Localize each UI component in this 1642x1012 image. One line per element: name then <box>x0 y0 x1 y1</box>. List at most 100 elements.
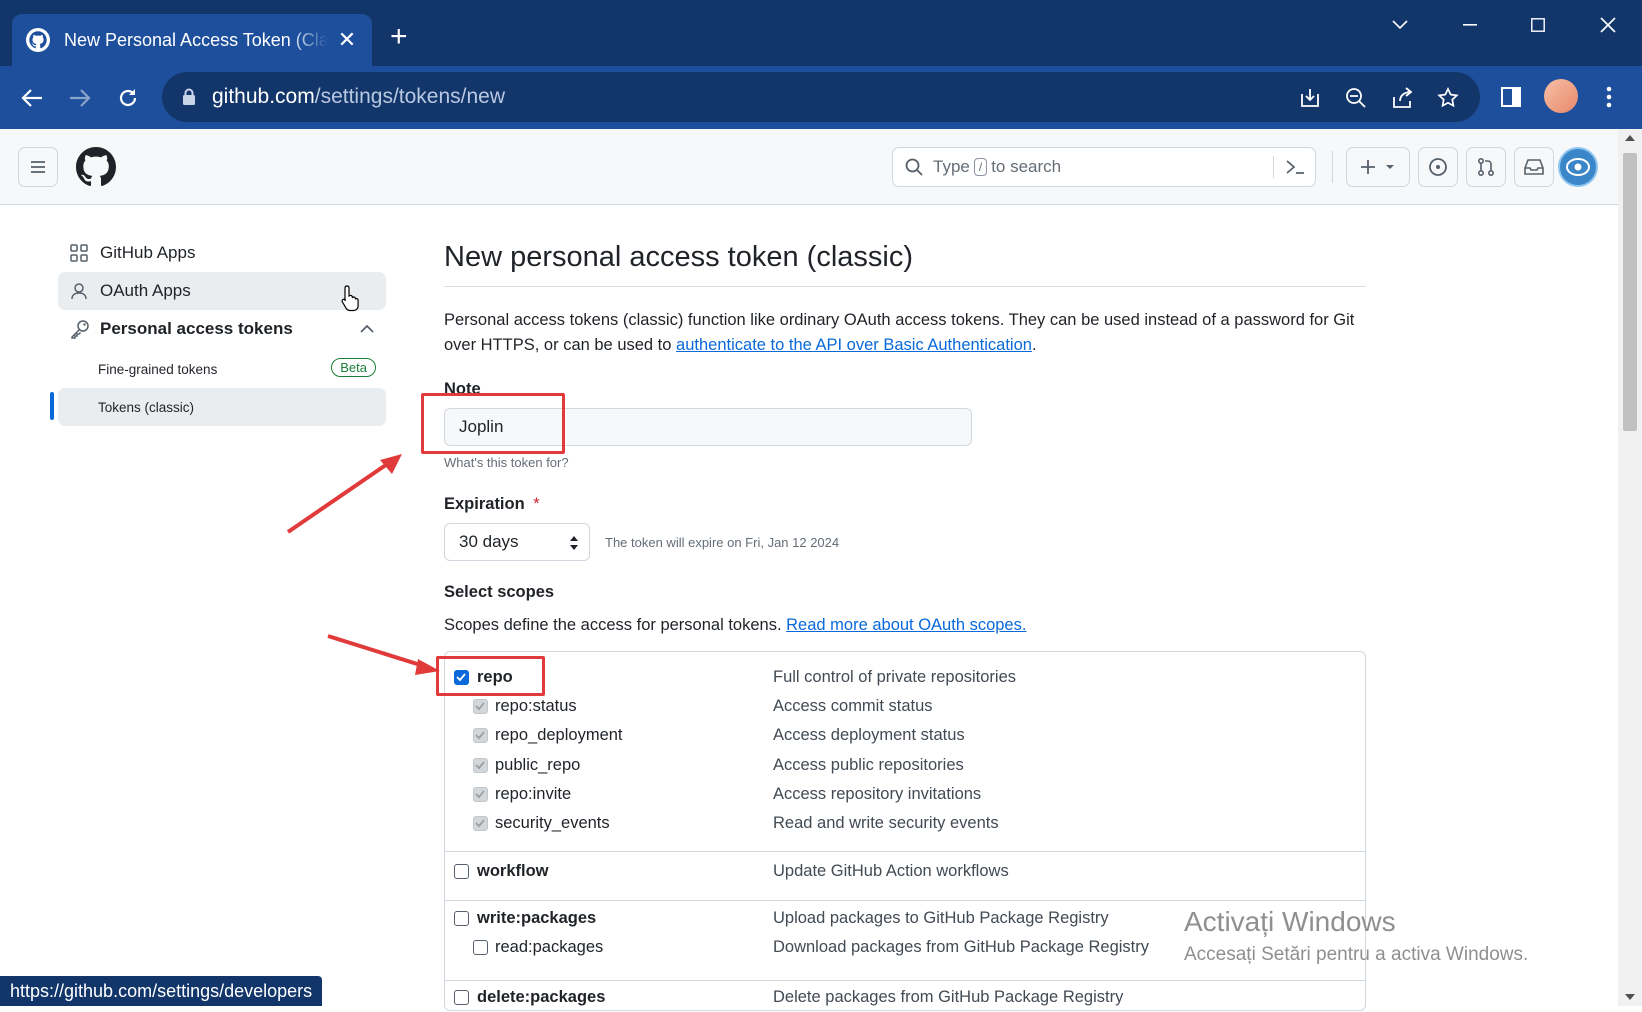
key-icon <box>70 319 90 339</box>
scope-row: security_events Read and write security e… <box>445 808 1365 838</box>
page-title: New personal access token (classic) <box>444 241 914 273</box>
sidebar-item-label: Personal access tokens <box>100 319 293 338</box>
user-avatar[interactable] <box>1558 147 1598 187</box>
expiration-select[interactable]: 30 days <box>444 523 590 561</box>
scope-row: public_repo Access public repositories <box>445 750 1365 780</box>
search-divider <box>1273 156 1274 178</box>
scope-checkbox <box>473 758 488 773</box>
scope-description: Delete packages from GitHub Package Regi… <box>773 987 1124 1006</box>
scope-name: workflow <box>477 861 549 880</box>
new-tab-button[interactable]: + <box>390 22 408 52</box>
sidebar-item-personal-access-tokens[interactable]: Personal access tokens <box>58 310 386 348</box>
sidebar-item-github-apps[interactable]: GitHub Apps <box>58 234 386 272</box>
sidebar-item-label: GitHub Apps <box>100 243 196 262</box>
install-icon[interactable] <box>1296 84 1324 112</box>
scope-name: write:packages <box>477 908 597 927</box>
scroll-up-arrow-icon[interactable] <box>1625 135 1635 141</box>
scope-checkbox <box>473 787 488 802</box>
github-header: Type / to search <box>0 129 1618 205</box>
hamburger-menu-button[interactable] <box>18 147 58 187</box>
forward-button[interactable] <box>62 80 98 116</box>
share-icon[interactable] <box>1388 84 1416 112</box>
sidebar-item-oauth-apps[interactable]: OAuth Apps <box>58 272 386 312</box>
scope-description: Download packages from GitHub Package Re… <box>773 937 1150 956</box>
scope-group-divider <box>445 980 1365 981</box>
scope-checkbox[interactable] <box>454 911 469 926</box>
select-arrows-icon <box>570 536 578 550</box>
scope-checkbox[interactable] <box>454 864 469 879</box>
scope-row: repo_deployment Access deployment status <box>445 720 1365 750</box>
scope-description: Full control of private repositories <box>773 667 1017 686</box>
menu-kebab-icon[interactable] <box>1592 80 1626 114</box>
scope-description: Access commit status <box>773 696 933 715</box>
header-divider <box>1332 151 1333 183</box>
scope-name: read:packages <box>495 937 604 956</box>
search-placeholder-prefix: Type <box>933 157 970 176</box>
zoom-out-icon[interactable] <box>1342 84 1370 112</box>
sidebar-sub-item-label: Fine-grained tokens <box>98 361 218 377</box>
selected-indicator <box>50 392 54 420</box>
required-asterisk: * <box>533 495 540 513</box>
search-icon <box>905 158 923 176</box>
github-favicon-icon <box>26 28 50 52</box>
close-window-button[interactable] <box>1588 8 1628 42</box>
scroll-down-arrow-icon[interactable] <box>1625 994 1635 1000</box>
scope-checkbox[interactable] <box>473 940 488 955</box>
scope-description: Update GitHub Action workflows <box>773 861 1009 880</box>
title-divider <box>444 286 1366 287</box>
page-scrollbar[interactable] <box>1618 129 1642 1006</box>
back-button[interactable] <box>14 80 50 116</box>
tab-close-icon[interactable]: ✕ <box>336 27 358 53</box>
tab-search-icon[interactable] <box>1380 8 1420 42</box>
inbox-button[interactable] <box>1514 147 1554 187</box>
oauth-scopes-link[interactable]: Read more about OAuth scopes. <box>786 616 1026 634</box>
hand-cursor-icon <box>341 285 359 312</box>
scope-name: repo:invite <box>495 784 572 803</box>
url-text: github.com/settings/tokens/new <box>212 85 506 108</box>
scrollbar-thumb[interactable] <box>1623 153 1637 431</box>
scope-name: public_repo <box>495 755 581 774</box>
sidebar-item-fine-grained-tokens[interactable]: Fine-grained tokens Beta <box>58 350 386 388</box>
minimize-button[interactable] <box>1450 8 1490 42</box>
github-logo-icon[interactable] <box>76 147 116 187</box>
basic-auth-link[interactable]: authenticate to the API over Basic Authe… <box>676 336 1032 354</box>
maximize-button[interactable] <box>1518 8 1558 42</box>
apps-icon <box>70 244 90 262</box>
profile-avatar[interactable] <box>1544 79 1578 113</box>
scope-name: security_events <box>495 813 610 832</box>
lock-icon <box>183 88 195 105</box>
plus-dropdown-icon <box>1361 160 1394 174</box>
scope-description: Access repository invitations <box>773 784 982 803</box>
sidebar-sub-item-label: Tokens (classic) <box>98 399 195 415</box>
scope-row: repo:status Access commit status <box>445 691 1365 721</box>
scope-checkbox[interactable] <box>454 990 469 1005</box>
tab-title: New Personal Access Token (Classic) <box>64 29 328 50</box>
scope-row: repo Full control of private repositories <box>445 662 1365 692</box>
pull-requests-button[interactable] <box>1466 147 1506 187</box>
scopes-description: Scopes define the access for personal to… <box>444 616 1027 634</box>
bookmark-star-icon[interactable] <box>1434 84 1462 112</box>
expiration-value: 30 days <box>459 532 519 551</box>
sidebar-item-label: OAuth Apps <box>100 281 191 300</box>
reload-button[interactable] <box>110 80 146 116</box>
scope-checkbox <box>473 728 488 743</box>
scope-name: repo:status <box>495 696 577 715</box>
chevron-up-icon[interactable] <box>360 324 374 333</box>
sidebar-item-tokens-classic[interactable]: Tokens (classic) <box>58 388 386 426</box>
pull-request-icon <box>1477 157 1495 177</box>
side-panel-icon[interactable] <box>1494 80 1528 114</box>
person-icon <box>70 282 90 300</box>
scope-description: Access deployment status <box>773 725 965 744</box>
expiration-hint: The token will expire on Fri, Jan 12 202… <box>605 535 840 550</box>
issue-circle-icon <box>1429 158 1447 176</box>
address-bar[interactable]: github.com/settings/tokens/new <box>162 72 1480 122</box>
page-description: Personal access tokens (classic) functio… <box>444 311 1355 354</box>
expiration-label: Expiration * <box>444 495 540 513</box>
search-placeholder-suffix: to search <box>991 157 1062 176</box>
issues-button[interactable] <box>1418 147 1458 187</box>
create-new-button[interactable] <box>1346 147 1410 187</box>
browser-tab[interactable]: New Personal Access Token (Classic) ✕ <box>12 14 372 66</box>
search-input[interactable]: Type / to search <box>892 147 1316 187</box>
search-shortcut-key: / <box>973 158 988 176</box>
command-palette-icon[interactable] <box>1285 159 1305 175</box>
